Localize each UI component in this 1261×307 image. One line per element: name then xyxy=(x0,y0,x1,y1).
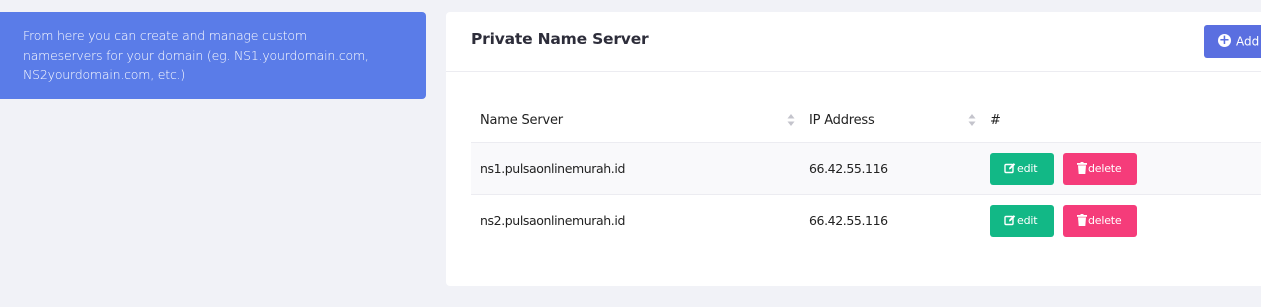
panel-title: Private Name Server xyxy=(471,30,649,48)
edit-button[interactable]: edit xyxy=(990,152,1054,185)
pencil-square-icon xyxy=(1004,214,1016,225)
pencil-square-icon xyxy=(1004,162,1016,173)
trash-icon xyxy=(1077,161,1087,174)
ip-address-cell: 66.42.55.116 xyxy=(800,194,981,246)
info-alert: From here you can create and manage cust… xyxy=(0,12,426,99)
column-header-label: IP Address xyxy=(809,112,875,128)
column-header-actions: # xyxy=(981,98,1261,143)
edit-button-label: edit xyxy=(1017,213,1038,227)
private-name-server-panel: Private Name Server + Add Name Server IP … xyxy=(446,12,1261,286)
plus-circle-icon: + xyxy=(1218,33,1231,48)
column-header-label: Name Server xyxy=(480,112,563,128)
name-server-table: Name Server IP Address # ns1.pulsaonline… xyxy=(471,98,1261,246)
column-header-ip-address[interactable]: IP Address xyxy=(800,98,981,143)
ip-address-cell: 66.42.55.116 xyxy=(800,142,981,195)
table-header-row: Name Server IP Address # xyxy=(471,98,1261,143)
add-name-server-button[interactable]: + Add xyxy=(1204,25,1261,58)
delete-button[interactable]: delete xyxy=(1063,204,1137,237)
name-server-cell: ns1.pulsaonlinemurah.id xyxy=(471,142,800,195)
sort-arrows-icon xyxy=(787,114,795,126)
table-row: ns2.pulsaonlinemurah.id 66.42.55.116 edi… xyxy=(471,194,1261,246)
actions-cell: edit delete xyxy=(981,194,1261,246)
panel-header: Private Name Server + Add xyxy=(446,12,1261,72)
actions-cell: edit delete xyxy=(981,142,1261,195)
edit-button-label: edit xyxy=(1017,161,1038,175)
edit-button[interactable]: edit xyxy=(990,204,1054,237)
column-header-name-server[interactable]: Name Server xyxy=(471,98,800,143)
info-text: From here you can create and manage cust… xyxy=(23,28,369,82)
delete-button-label: delete xyxy=(1088,213,1122,227)
trash-icon xyxy=(1077,213,1087,226)
table-row: ns1.pulsaonlinemurah.id 66.42.55.116 edi… xyxy=(471,142,1261,195)
delete-button[interactable]: delete xyxy=(1063,152,1137,185)
column-header-label: # xyxy=(990,112,1001,128)
add-button-label: Add xyxy=(1236,34,1260,49)
delete-button-label: delete xyxy=(1088,161,1122,175)
sort-arrows-icon xyxy=(968,114,976,126)
name-server-cell: ns2.pulsaonlinemurah.id xyxy=(471,194,800,246)
